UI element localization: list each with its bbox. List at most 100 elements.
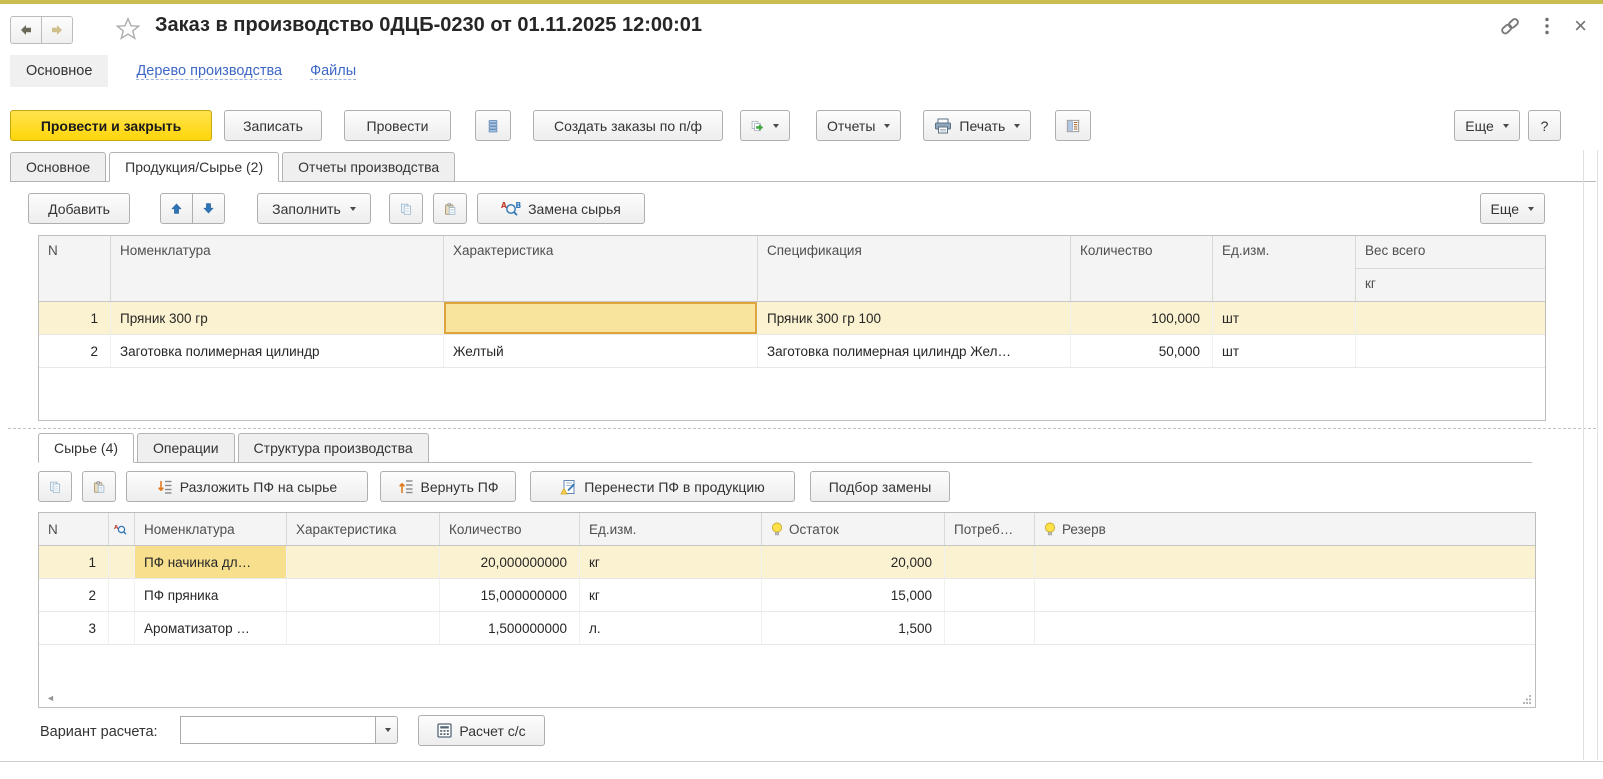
paste-button[interactable] [433,193,467,224]
col-n: N [39,236,111,301]
cell-quantity[interactable]: 50,000 [1071,335,1213,367]
print-label: Печать [959,118,1005,134]
forward-button[interactable] [41,16,73,44]
move-pf-button[interactable]: Перенести ПФ в продукцию [530,471,795,502]
col-reserve: Резерв [1035,513,1535,545]
create-based-on-button[interactable] [740,110,790,141]
cell-n[interactable]: 1 [39,302,111,334]
replace-materials-button[interactable]: AB Замена сырья [477,193,645,224]
cell-nomenclature[interactable]: ПФ пряника [135,579,287,611]
cell-nomenclature[interactable]: Ароматизатор … [135,612,287,644]
kebab-menu-icon[interactable] [1544,17,1550,35]
cell-n[interactable]: 2 [39,335,111,367]
cell-quantity[interactable]: 15,000000000 [440,579,580,611]
cell-characteristic[interactable] [287,546,440,578]
decompose-pf-button[interactable]: Разложить ПФ на сырье [126,471,368,502]
reports-button[interactable]: Отчеты [816,110,901,141]
post-button[interactable]: Провести [344,110,451,141]
cell-specification[interactable]: Пряник 300 гр 100 [758,302,1071,334]
more-button[interactable]: Еще [1454,110,1520,141]
favorite-star-icon[interactable] [116,17,140,45]
table-row[interactable]: 2 Заготовка полимерная цилиндр Желтый За… [39,335,1545,368]
cell-quantity[interactable]: 20,000000000 [440,546,580,578]
cell-need[interactable] [945,546,1035,578]
return-pf-button[interactable]: Вернуть ПФ [380,471,516,502]
save-button[interactable]: Записать [224,110,322,141]
products-more-button[interactable]: Еще [1480,193,1546,224]
cell-n[interactable]: 3 [39,612,109,644]
help-button[interactable]: ? [1528,110,1561,141]
cell-replace-flag[interactable] [109,579,135,611]
cell-quantity[interactable]: 1,500000000 [440,612,580,644]
back-button[interactable] [10,16,42,44]
horizontal-scrollbar[interactable]: ◄ [39,687,1535,707]
tab-production-reports[interactable]: Отчеты производства [282,152,455,182]
tab-products-materials[interactable]: Продукция/Сырье (2) [109,152,279,182]
calc-variant-dropdown-button[interactable] [375,716,398,744]
cell-stock[interactable]: 1,500 [762,612,945,644]
cell-characteristic[interactable] [287,579,440,611]
cell-unit[interactable]: шт [1213,335,1356,367]
cell-reserve[interactable] [1035,612,1535,644]
nav-link-files[interactable]: Файлы [310,63,356,80]
calc-cost-button[interactable]: Расчет с/с [418,715,545,746]
create-pf-orders-button[interactable]: Создать заказы по п/ф [533,110,723,141]
add-row-button[interactable]: Добавить [28,193,130,224]
nav-tab-main[interactable]: Основное [10,55,108,87]
cell-need[interactable] [945,579,1035,611]
document-movements-button[interactable] [475,110,511,141]
fill-button[interactable]: Заполнить [257,193,371,224]
cell-characteristic[interactable]: Желтый [444,335,758,367]
horizontal-splitter[interactable] [8,428,1596,429]
calc-variant-input[interactable] [180,716,376,744]
pick-replacement-button[interactable]: Подбор замены [810,471,950,502]
tab-operations[interactable]: Операции [137,433,235,463]
cell-unit[interactable]: шт [1213,302,1356,334]
cell-weight[interactable] [1356,335,1545,367]
tab-production-structure[interactable]: Структура производства [238,433,429,463]
post-and-close-button[interactable]: Провести и закрыть [10,110,212,141]
cell-characteristic-focused[interactable] [444,302,758,334]
cell-nomenclature[interactable]: Заготовка полимерная цилиндр [111,335,444,367]
move-row-up-button[interactable] [160,193,193,224]
back-arrow-icon [19,24,33,36]
resize-grip-icon[interactable] [1523,695,1532,704]
cell-need[interactable] [945,612,1035,644]
cell-n[interactable]: 1 [39,546,109,578]
table-row[interactable]: 1 ПФ начинка дл… 20,000000000 кг 20,000 [39,546,1535,579]
cell-replace-flag[interactable] [109,546,135,578]
cell-unit[interactable]: кг [580,579,762,611]
cell-stock[interactable]: 15,000 [762,579,945,611]
cell-reserve[interactable] [1035,546,1535,578]
cell-weight[interactable] [1356,302,1545,334]
cell-unit[interactable]: л. [580,612,762,644]
cell-replace-flag[interactable] [109,612,135,644]
paste-button[interactable] [82,471,116,502]
nav-link-production-tree[interactable]: Дерево производства [136,63,282,80]
copy-button[interactable] [389,193,423,224]
cell-reserve[interactable] [1035,579,1535,611]
print-button[interactable]: Печать [923,110,1031,141]
copy-button[interactable] [38,471,72,502]
cell-nomenclature[interactable]: Пряник 300 гр [111,302,444,334]
cell-specification[interactable]: Заготовка полимерная цилиндр Жел… [758,335,1071,367]
cell-n[interactable]: 2 [39,579,109,611]
cell-characteristic[interactable] [287,612,440,644]
table-row[interactable]: 2 ПФ пряника 15,000000000 кг 15,000 [39,579,1535,612]
table-row[interactable]: 3 Ароматизатор … 1,500000000 л. 1,500 [39,612,1535,645]
link-icon[interactable] [1500,16,1520,36]
report-structure-button[interactable] [1055,110,1091,141]
col-unit: Ед.изм. [1213,236,1356,301]
materials-table: N A Номенклатура Характеристика Количест… [38,512,1536,708]
tab-main[interactable]: Основное [10,152,106,182]
cell-nomenclature-current[interactable]: ПФ начинка дл… [135,546,287,578]
move-row-down-button[interactable] [192,193,225,224]
col-weight-unit: кг [1356,269,1545,291]
cell-unit[interactable]: кг [580,546,762,578]
table-row[interactable]: 1 Пряник 300 гр Пряник 300 гр 100 100,00… [39,302,1545,335]
tab-materials[interactable]: Сырье (4) [38,433,134,463]
close-icon[interactable]: × [1574,17,1587,35]
cell-stock[interactable]: 20,000 [762,546,945,578]
cell-quantity[interactable]: 100,000 [1071,302,1213,334]
scroll-left-arrow[interactable]: ◄ [46,693,55,703]
